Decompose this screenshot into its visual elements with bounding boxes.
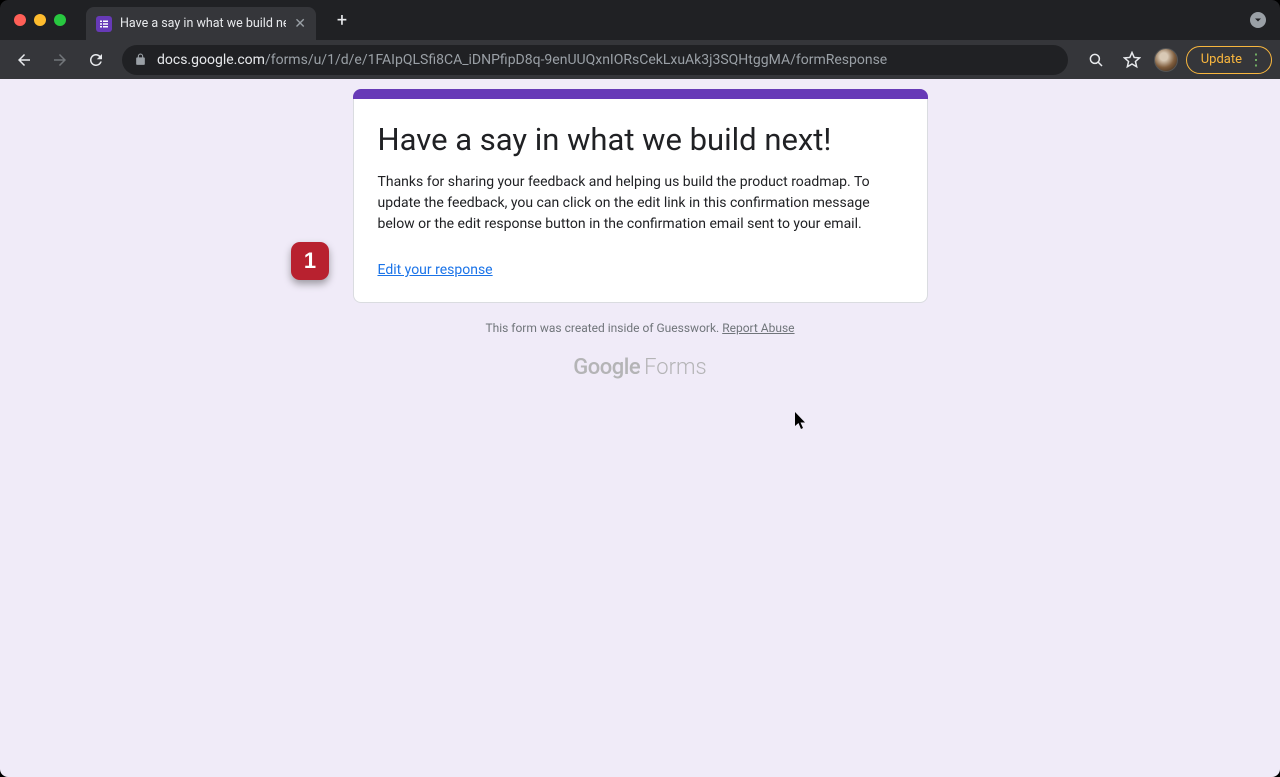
forward-button[interactable] [44, 44, 76, 76]
browser-window: Have a say in what we build ne ✕ + docs.… [0, 0, 1280, 777]
window-zoom-button[interactable] [54, 14, 66, 26]
tab-title: Have a say in what we build ne [120, 16, 286, 31]
tab-close-icon[interactable]: ✕ [294, 17, 306, 31]
page-viewport: Have a say in what we build next! Thanks… [0, 79, 1280, 777]
bookmark-star-icon[interactable] [1118, 46, 1146, 74]
zoom-icon[interactable] [1082, 46, 1110, 74]
form-title: Have a say in what we build next! [378, 121, 903, 158]
titlebar: Have a say in what we build ne ✕ + [0, 0, 1280, 40]
menu-dots-icon: ⋮ [1248, 52, 1263, 68]
google-forms-brand[interactable]: GoogleForms [353, 355, 928, 380]
window-close-button[interactable] [14, 14, 26, 26]
new-tab-button[interactable]: + [330, 8, 354, 32]
reload-button[interactable] [80, 44, 112, 76]
brand-forms: Forms [644, 355, 707, 380]
mouse-cursor-icon [795, 412, 807, 430]
lock-icon [134, 53, 147, 66]
annotation-marker-1: 1 [291, 242, 329, 280]
forms-favicon-icon [96, 16, 112, 32]
form-accent-bar [353, 89, 928, 99]
window-minimize-button[interactable] [34, 14, 46, 26]
address-bar[interactable]: docs.google.com/forms/u/1/d/e/1FAIpQLSfi… [122, 45, 1068, 75]
footer-note-text: This form was created inside of Guesswor… [485, 321, 722, 335]
back-button[interactable] [8, 44, 40, 76]
form-container: Have a say in what we build next! Thanks… [353, 89, 928, 380]
report-abuse-link[interactable]: Report Abuse [722, 321, 794, 335]
window-controls [14, 14, 66, 26]
brand-google: Google [573, 355, 640, 380]
form-footer-note: This form was created inside of Guesswor… [353, 321, 928, 335]
confirmation-card: Have a say in what we build next! Thanks… [353, 99, 928, 303]
toolbar-right: Update ⋮ [1082, 46, 1272, 74]
browser-tab[interactable]: Have a say in what we build ne ✕ [86, 7, 316, 40]
url-host: docs.google.com [157, 52, 265, 68]
edit-response-link[interactable]: Edit your response [378, 262, 493, 278]
tabs-dropdown-icon[interactable] [1250, 12, 1266, 28]
titlebar-right [1250, 12, 1266, 28]
url-text: docs.google.com/forms/u/1/d/e/1FAIpQLSfi… [157, 52, 1056, 68]
toolbar: docs.google.com/forms/u/1/d/e/1FAIpQLSfi… [0, 40, 1280, 79]
update-label: Update [1201, 52, 1242, 67]
url-path: /forms/u/1/d/e/1FAIpQLSfi8CA_iDNPfipD8q-… [265, 52, 887, 68]
confirmation-message: Thanks for sharing your feedback and hel… [378, 172, 903, 235]
profile-avatar[interactable] [1154, 48, 1178, 72]
update-button[interactable]: Update ⋮ [1186, 46, 1272, 74]
